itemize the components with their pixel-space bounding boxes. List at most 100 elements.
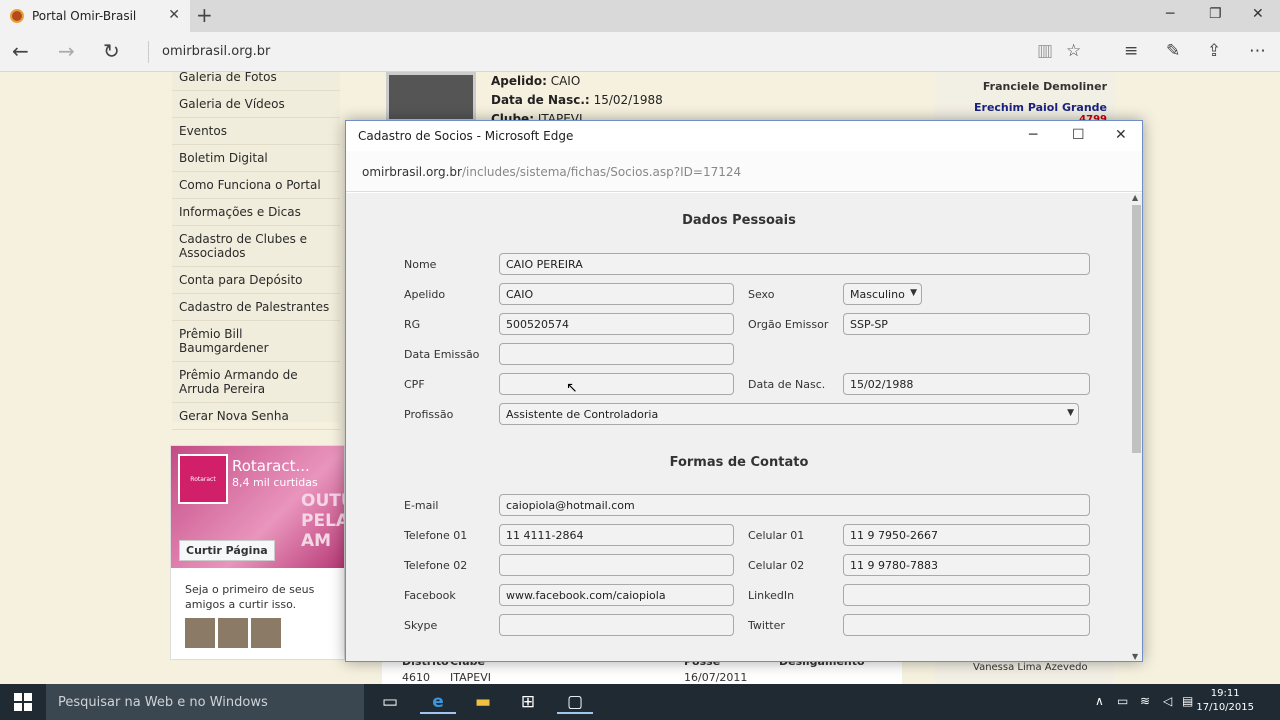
label-linkedin: LinkedIn [748,589,795,602]
sexo-select[interactable]: Masculino ▼ [843,283,922,305]
hub-icon[interactable]: ≡ [1124,40,1138,62]
facebook-page-name[interactable]: Rotaract... [232,457,310,475]
taskbar-clock[interactable]: 19:11 17/10/2015 [1196,687,1254,715]
sidebar-item-eventos[interactable]: Eventos [172,118,340,145]
telefone-01-field[interactable]: 11 4111-2864 [499,524,734,546]
restore-icon[interactable]: ❐ [1209,6,1222,22]
reading-view-icon[interactable]: ▥ [1037,40,1053,62]
data-emissao-field[interactable] [499,343,734,365]
label-telefone-02: Telefone 02 [404,559,468,572]
telefone-02-field[interactable] [499,554,734,576]
forward-icon[interactable]: → [58,40,75,62]
label-cpf: CPF [404,378,425,391]
taskbar-search[interactable]: Pesquisar na Web e no Windows [46,684,364,720]
close-tab-icon[interactable]: ✕ [168,7,180,23]
windows-start-icon[interactable] [14,693,32,711]
sidebar-item-galeria-fotos[interactable]: Galeria de Fotos [172,72,340,91]
popup-scrollbar[interactable]: ▲ ▼ [1131,193,1142,661]
web-note-icon[interactable]: ✎ [1166,40,1180,62]
facebook-field[interactable]: www.facebook.com/caiopiola [499,584,734,606]
scroll-down-icon[interactable]: ▼ [1132,652,1138,661]
refresh-icon[interactable]: ↻ [103,40,120,62]
rg-field[interactable]: 500520574 [499,313,734,335]
sidebar-item-palestrantes[interactable]: Cadastro de Palestrantes [172,294,340,321]
mouse-cursor-icon: ↖ [566,380,578,396]
data-nasc-field[interactable]: 15/02/1988 [843,373,1090,395]
nome-field[interactable]: CAIO PEREIRA [499,253,1090,275]
label-data-nasc: Data de Nasc. [748,378,826,391]
label-sexo: Sexo [748,288,775,301]
popup-minimize-icon[interactable]: ─ [1029,127,1037,143]
profissao-select[interactable]: Assistente de Controladoria ▼ [499,403,1079,425]
store-icon[interactable]: ⊞ [510,690,546,714]
friend-avatar[interactable] [218,618,248,648]
orgao-emissor-field[interactable]: SSP-SP [843,313,1090,335]
browser-tab[interactable]: Portal Omir-Brasil ✕ [0,0,190,32]
back-icon[interactable]: ← [12,40,29,62]
new-tab-icon[interactable]: + [196,4,213,26]
sidebar-item-gerar-senha[interactable]: Gerar Nova Senha [172,403,340,430]
cpf-field[interactable] [499,373,734,395]
sidebar-item-informacoes[interactable]: Informações e Dicas [172,199,340,226]
table-cell: ITAPEVI [450,671,491,684]
address-bar[interactable]: omirbrasil.org.br [162,44,270,59]
popup-title: Cadastro de Socios - Microsoft Edge [358,129,574,143]
tab-title: Portal Omir-Brasil [32,9,137,23]
label-orgao: Orgão Emissor [748,318,829,331]
favorite-star-icon[interactable]: ☆ [1066,40,1081,62]
club-link[interactable]: Erechim Paiol Grande [974,101,1107,114]
scroll-thumb[interactable] [1132,205,1141,453]
edge-window-icon[interactable]: ▢ [557,690,593,714]
minimize-icon[interactable]: ─ [1166,6,1174,22]
label-apelido: Apelido [404,288,446,301]
sidebar-item-premio-armando[interactable]: Prêmio Armando de Arruda Pereira [172,362,340,403]
twitter-field[interactable] [843,614,1090,636]
show-hidden-icons-icon[interactable]: ∧ [1095,694,1104,708]
friend-avatar[interactable] [185,618,215,648]
table-cell: 4610 [402,671,430,684]
apelido-label: Apelido: [491,74,547,88]
close-window-icon[interactable]: ✕ [1252,6,1264,22]
friend-avatar[interactable] [251,618,281,648]
share-icon[interactable]: ⇪ [1207,40,1221,62]
sidebar-item-como-funciona[interactable]: Como Funciona o Portal [172,172,340,199]
sidebar-item-galeria-videos[interactable]: Galeria de Vídeos [172,91,340,118]
apelido-field[interactable]: CAIO [499,283,734,305]
label-skype: Skype [404,619,438,632]
popup-address-bar[interactable]: omirbrasil.org.br/includes/sistema/ficha… [346,151,1142,192]
sidebar-item-premio-bill[interactable]: Prêmio Bill Baumgardener [172,321,340,362]
rotaract-logo[interactable]: Rotaract [178,454,228,504]
label-profissao: Profissão [404,408,454,421]
celular-01-field[interactable]: 11 9 7950-2667 [843,524,1090,546]
edge-icon[interactable]: e [420,690,456,714]
email-field[interactable]: caiopiola@hotmail.com [499,494,1090,516]
skype-field[interactable] [499,614,734,636]
cover-text: OUTUB PELAS AM [301,491,344,551]
tab-bar: Portal Omir-Brasil ✕ + ─ ❐ ✕ [0,0,1280,32]
dropdown-arrow-icon: ▼ [910,288,917,298]
notifications-icon[interactable]: ▤ [1182,694,1193,708]
scroll-up-icon[interactable]: ▲ [1132,193,1138,202]
section-title-formas-contato: Formas de Contato [669,455,809,470]
apelido-value: CAIO [550,74,581,88]
facebook-like-button[interactable]: Curtir Página [179,540,275,561]
linkedin-field[interactable] [843,584,1090,606]
popup-close-icon[interactable]: ✕ [1115,127,1127,143]
power-icon[interactable]: ▭ [1117,694,1128,708]
file-explorer-icon[interactable]: ▬ [465,690,501,714]
facebook-cover: Rotaract Rotaract... 8,4 mil curtidas OU… [171,446,344,568]
sidebar-item-boletim[interactable]: Boletim Digital [172,145,340,172]
divider [148,41,149,63]
sidebar-item-conta-deposito[interactable]: Conta para Depósito [172,267,340,294]
sidebar-item-cadastro-clubes[interactable]: Cadastro de Clubes e Associados [172,226,340,267]
popup-maximize-icon[interactable]: ☐ [1072,127,1085,143]
clock-time: 19:11 [1210,688,1240,699]
popup-url-path: /includes/sistema/fichas/Socios.asp?ID=1… [461,165,742,179]
member-name: Franciele Demoliner [982,80,1107,93]
task-view-icon[interactable]: ▭ [372,690,408,714]
celular-02-field[interactable]: 11 9 9780-7883 [843,554,1090,576]
volume-icon[interactable]: ◁ [1163,694,1172,708]
more-icon[interactable]: ⋯ [1249,40,1266,62]
wifi-icon[interactable]: ≋ [1140,694,1150,708]
sidebar-menu: Galeria de Fotos Galeria de Vídeos Event… [172,72,340,430]
